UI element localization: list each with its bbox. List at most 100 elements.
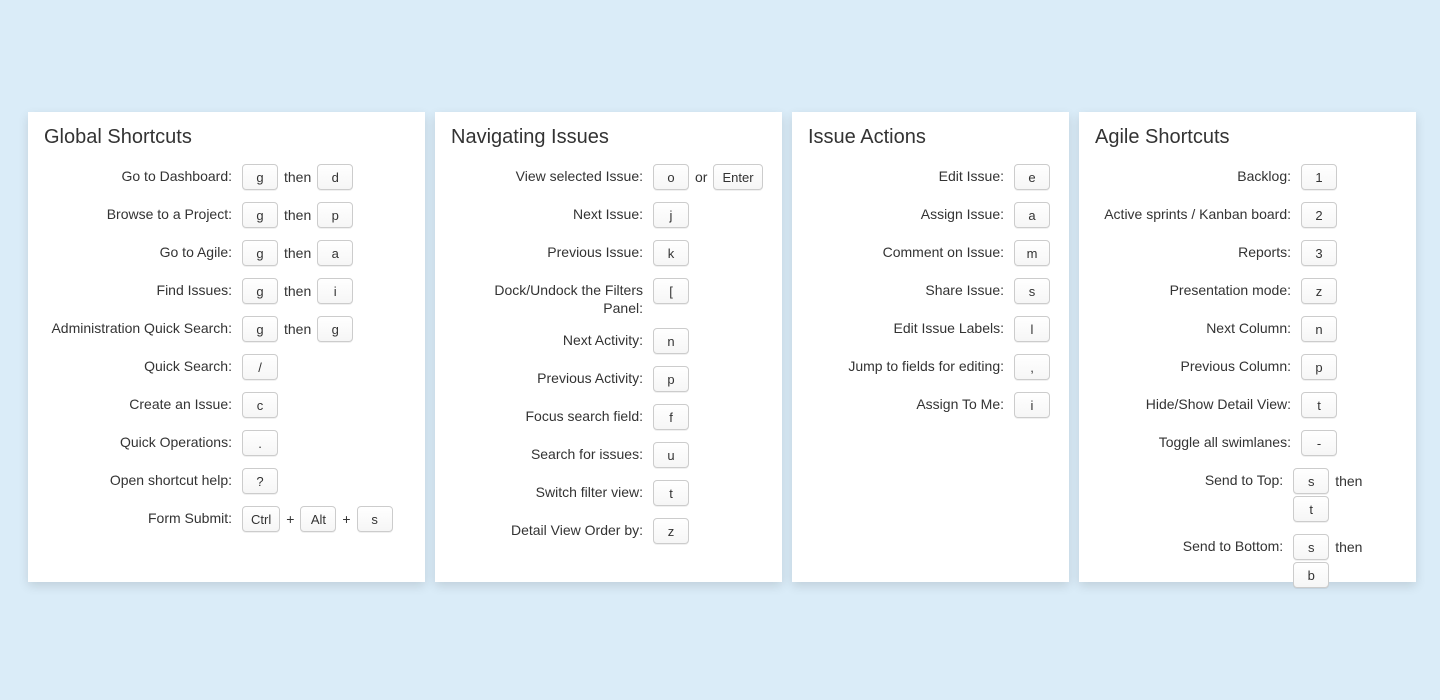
key-separator: then <box>1335 539 1362 555</box>
key: d <box>317 164 353 190</box>
shortcut-keys: t <box>653 479 689 507</box>
key: l <box>1014 316 1050 342</box>
shortcut-row: Jump to fields for editing:, <box>808 353 1053 381</box>
shortcut-label: Quick Search: <box>44 353 242 376</box>
shortcut-row: Share Issue:s <box>808 277 1053 305</box>
key-separator: or <box>695 169 707 185</box>
shortcut-label: Previous Issue: <box>451 239 653 262</box>
shortcut-label: Assign Issue: <box>808 201 1014 224</box>
shortcut-keys: sthent <box>1293 467 1400 523</box>
key: m <box>1014 240 1050 266</box>
shortcut-row: Administration Quick Search:gtheng <box>44 315 409 343</box>
key: t <box>1301 392 1337 418</box>
shortcut-keys: k <box>653 239 689 267</box>
key: c <box>242 392 278 418</box>
shortcut-label: Quick Operations: <box>44 429 242 452</box>
shortcut-label: Form Submit: <box>44 505 242 528</box>
key: g <box>242 202 278 228</box>
shortcut-row: Comment on Issue:m <box>808 239 1053 267</box>
shortcut-label: Send to Bottom: <box>1095 533 1293 556</box>
shortcut-keys: gthenp <box>242 201 353 229</box>
shortcut-row: Create an Issue:c <box>44 391 409 419</box>
shortcut-keys: j <box>653 201 689 229</box>
shortcut-row: Edit Issue:e <box>808 163 1053 191</box>
shortcut-label: Jump to fields for editing: <box>808 353 1014 376</box>
shortcut-row: Hide/Show Detail View:t <box>1095 391 1400 419</box>
shortcut-row: Backlog:1 <box>1095 163 1400 191</box>
shortcut-keys: gtheng <box>242 315 353 343</box>
key: p <box>317 202 353 228</box>
key: s <box>1014 278 1050 304</box>
shortcut-row: Send to Bottom:sthenb <box>1095 533 1400 589</box>
key: g <box>242 240 278 266</box>
key: s <box>1293 468 1329 494</box>
shortcut-label: Go to Dashboard: <box>44 163 242 186</box>
shortcut-row: Previous Issue:k <box>451 239 766 267</box>
shortcut-label: Edit Issue: <box>808 163 1014 186</box>
key-separator: then <box>1335 473 1362 489</box>
shortcut-label: Open shortcut help: <box>44 467 242 490</box>
shortcut-keys: / <box>242 353 278 381</box>
shortcut-label: Presentation mode: <box>1095 277 1301 300</box>
shortcut-label: Administration Quick Search: <box>44 315 242 338</box>
key: t <box>653 480 689 506</box>
shortcut-keys: Ctrl+Alt+s <box>242 505 393 533</box>
shortcut-keys: gthena <box>242 239 353 267</box>
key: a <box>317 240 353 266</box>
shortcut-row: Detail View Order by:z <box>451 517 766 545</box>
shortcut-label: Next Issue: <box>451 201 653 224</box>
key: s <box>357 506 393 532</box>
shortcut-row: Edit Issue Labels:l <box>808 315 1053 343</box>
shortcut-label: Active sprints / Kanban board: <box>1095 201 1301 224</box>
shortcut-row: Form Submit:Ctrl+Alt+s <box>44 505 409 533</box>
shortcut-panel: Issue ActionsEdit Issue:eAssign Issue:aC… <box>792 112 1069 582</box>
key: , <box>1014 354 1050 380</box>
shortcut-keys: f <box>653 403 689 431</box>
shortcut-panel: Global ShortcutsGo to Dashboard:gthendBr… <box>28 112 425 582</box>
shortcut-label: Find Issues: <box>44 277 242 300</box>
key: u <box>653 442 689 468</box>
key: i <box>317 278 353 304</box>
shortcut-label: Search for issues: <box>451 441 653 464</box>
key: o <box>653 164 689 190</box>
shortcut-label: Backlog: <box>1095 163 1301 186</box>
key: . <box>242 430 278 456</box>
shortcut-label: Detail View Order by: <box>451 517 653 540</box>
shortcut-keys: l <box>1014 315 1050 343</box>
key: p <box>653 366 689 392</box>
shortcut-label: Previous Activity: <box>451 365 653 388</box>
shortcut-panel: Agile ShortcutsBacklog:1Active sprints /… <box>1079 112 1416 582</box>
shortcut-row: Previous Column:p <box>1095 353 1400 381</box>
key: [ <box>653 278 689 304</box>
shortcut-row: Quick Search:/ <box>44 353 409 381</box>
shortcut-row: Focus search field:f <box>451 403 766 431</box>
shortcut-label: Toggle all swimlanes: <box>1095 429 1301 452</box>
key: 3 <box>1301 240 1337 266</box>
shortcut-row: Dock/Undock the Filters Panel:[ <box>451 277 766 317</box>
key: Alt <box>300 506 336 532</box>
panel-title: Global Shortcuts <box>44 126 409 149</box>
key: s <box>1293 534 1329 560</box>
shortcut-keys: i <box>1014 391 1050 419</box>
shortcut-row: Send to Top:sthent <box>1095 467 1400 523</box>
shortcut-keys: u <box>653 441 689 469</box>
shortcut-label: Focus search field: <box>451 403 653 426</box>
shortcut-keys: c <box>242 391 278 419</box>
shortcut-keys: z <box>1301 277 1337 305</box>
shortcut-keys: e <box>1014 163 1050 191</box>
shortcut-row: Open shortcut help:? <box>44 467 409 495</box>
shortcut-label: Create an Issue: <box>44 391 242 414</box>
key: n <box>653 328 689 354</box>
key: t <box>1293 496 1329 522</box>
shortcut-keys: ? <box>242 467 278 495</box>
shortcut-row: Go to Dashboard:gthend <box>44 163 409 191</box>
shortcut-row: Active sprints / Kanban board:2 <box>1095 201 1400 229</box>
shortcut-row: Reports:3 <box>1095 239 1400 267</box>
shortcut-row: Presentation mode:z <box>1095 277 1400 305</box>
shortcut-keys: 1 <box>1301 163 1337 191</box>
key: g <box>242 278 278 304</box>
key-separator: then <box>284 169 311 185</box>
key: g <box>317 316 353 342</box>
key: z <box>653 518 689 544</box>
shortcut-label: Edit Issue Labels: <box>808 315 1014 338</box>
